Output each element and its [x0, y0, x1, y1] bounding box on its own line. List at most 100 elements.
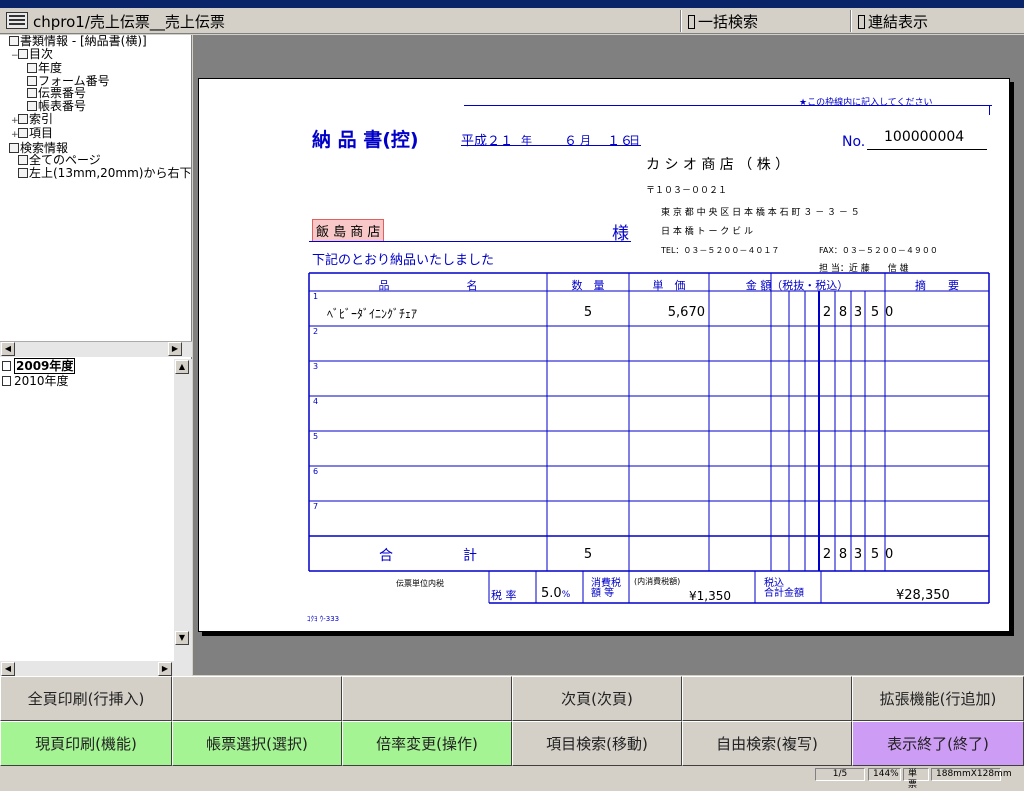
function-button[interactable]: 拡張機能(行追加) — [852, 676, 1024, 721]
row-item-name: ﾍﾞﾋﾞｰﾀﾞｲﾆﾝｸﾞﾁｪｱ — [327, 307, 418, 321]
year-list: 2009年度 2010年度 — [0, 358, 172, 653]
function-button[interactable]: 表示終了(終了) — [852, 721, 1024, 766]
paper-kind: 単票 — [903, 768, 929, 790]
total-amount-digit: 0 — [885, 547, 894, 562]
scroll-right-icon[interactable]: ▶ — [158, 662, 172, 676]
inner-tax-value: ¥1,350 — [689, 589, 731, 603]
total-amount-digit: 8 — [838, 547, 848, 562]
header-note: 摘 要 — [915, 279, 959, 292]
row-number: 5 — [313, 432, 319, 441]
document-tree: 書類情報 - [納品書(横)] − 目次 年度 フォーム番号 伝票番号 帳表番号 + 索引 + 項目… — [0, 35, 192, 345]
function-key-toolbar: 全頁印刷(行挿入) 次頁(次頁) 拡張機能(行追加) 現頁印刷(機能) 帳票選択(選択)… — [0, 676, 1024, 768]
node-icon — [27, 63, 37, 74]
app-icon — [6, 12, 28, 29]
tree-node[interactable]: フォーム番号 — [0, 74, 192, 88]
year-label: 2009年度 — [14, 358, 76, 374]
function-button[interactable]: 項目検索(移動) — [512, 721, 682, 766]
tax-unit-label: 伝票単位内税 — [396, 579, 444, 588]
node-icon — [9, 36, 19, 46]
row-number: 6 — [313, 467, 319, 476]
tax-rate-label: 税 率 — [491, 589, 517, 602]
scroll-left-icon[interactable]: ◀ — [1, 662, 15, 676]
empty-function-button[interactable] — [682, 676, 852, 721]
row-amount-digit: 0 — [885, 305, 894, 320]
header-item-name: 品 名 — [378, 279, 478, 292]
tree-node[interactable]: 伝票番号 — [0, 87, 192, 100]
node-icon — [18, 155, 28, 166]
tax-label-line2: 額 等 — [591, 588, 615, 599]
left-pane: 書類情報 - [納品書(横)] − 目次 年度 フォーム番号 伝票番号 帳表番号 + 索引 + 項目… — [0, 35, 192, 677]
expand-icon[interactable]: + — [11, 115, 19, 128]
window-caption-strip — [0, 0, 1024, 8]
node-icon — [18, 48, 28, 59]
header-unit-price: 単 価 — [652, 279, 686, 292]
tax-rate: 5.0% — [541, 586, 570, 601]
checkbox-icon — [688, 15, 695, 29]
linked-display-toggle[interactable]: 連結表示 — [858, 11, 928, 32]
scroll-right-icon[interactable]: ▶ — [168, 342, 182, 356]
row-number: 3 — [313, 362, 319, 371]
function-button[interactable]: 現頁印刷(機能) — [0, 721, 172, 766]
empty-function-button[interactable] — [342, 676, 512, 721]
inner-tax-label: (内消費税額) — [634, 577, 681, 586]
tree-node[interactable]: + 索引 — [0, 111, 192, 128]
node-icon — [9, 142, 19, 153]
node-icon — [27, 75, 37, 86]
total-label: 合 計 — [379, 548, 477, 564]
title-bar: chpro1/売上伝票__売上伝票 一括検索 連結表示 — [0, 8, 1024, 34]
node-icon — [27, 100, 37, 111]
tree-node[interactable]: 左上(13mm,20mm)から右下( — [0, 167, 192, 180]
year-list-horizontal-scrollbar[interactable]: ◀ ▶ — [0, 661, 192, 677]
total-amount-digit: 5 — [870, 547, 880, 562]
row-amount-digit: 2 — [822, 305, 832, 320]
tree-node[interactable]: + 項目 — [0, 127, 192, 142]
window-title: chpro1/売上伝票__売上伝票 — [33, 13, 225, 31]
form-code: ｺｸﾖ ｳ-333 — [307, 615, 340, 623]
year-icon — [2, 376, 11, 386]
tree-node[interactable]: − 目次 — [0, 46, 192, 63]
function-button[interactable]: 帳票選択(選択) — [172, 721, 342, 766]
year-item[interactable]: 2010年度 — [0, 374, 172, 389]
zoom-level: 144% — [868, 768, 901, 781]
node-icon — [18, 113, 28, 124]
page-indicator: 1/5 — [815, 768, 865, 781]
grand-total-label: 税込 合計金額 — [764, 579, 804, 599]
function-button[interactable]: 次頁(次頁) — [512, 676, 682, 721]
row-amount-digit: 8 — [838, 305, 848, 320]
row-number: 4 — [313, 397, 319, 406]
tax-rate-value: 5.0 — [541, 586, 562, 601]
row-quantity: 5 — [583, 305, 593, 320]
tax-label: 消費税額 等 — [591, 579, 621, 599]
status-bar: 1/5 144% 単票 188mmX128mm — [0, 767, 1024, 790]
tree-node-label: 索引 — [29, 111, 54, 126]
year-icon — [2, 361, 11, 371]
year-item[interactable]: 2009年度 — [0, 358, 172, 374]
total-amount-digit: 2 — [822, 547, 832, 562]
scroll-down-icon[interactable]: ▼ — [175, 631, 189, 645]
row-number: 7 — [313, 502, 319, 511]
function-button[interactable]: 倍率変更(操作) — [342, 721, 512, 766]
row-number: 1 — [313, 292, 319, 301]
checkbox-icon — [858, 15, 865, 29]
header-quantity: 数 量 — [571, 279, 605, 292]
total-quantity: 5 — [583, 547, 593, 562]
row-unit-price: 5,670 — [667, 305, 705, 320]
function-button[interactable]: 全頁印刷(行挿入) — [0, 676, 172, 721]
expand-icon[interactable]: − — [11, 50, 19, 63]
empty-function-button[interactable] — [172, 676, 342, 721]
function-button[interactable]: 自由検索(複写) — [682, 721, 852, 766]
row-number: 2 — [313, 327, 319, 336]
batch-search-toggle[interactable]: 一括検索 — [688, 11, 758, 32]
percent-sign: % — [561, 590, 571, 600]
scroll-left-icon[interactable]: ◀ — [1, 342, 15, 356]
node-icon — [18, 128, 28, 139]
tree-horizontal-scrollbar[interactable]: ◀ ▶ — [0, 341, 192, 357]
year-list-vertical-scrollbar[interactable]: ▲ ▼ — [174, 359, 192, 661]
expand-icon[interactable]: + — [11, 129, 19, 142]
separator — [850, 10, 852, 32]
delivery-slip-page: ★この枠線内に記入してください 納 品 書(控) 平成２１ 年 ６ 月 １６ 日… — [198, 78, 1010, 632]
paper-size: 188mmX128mm — [931, 768, 1012, 781]
scroll-up-icon[interactable]: ▲ — [175, 360, 189, 374]
tree-node-label: 項目 — [29, 126, 54, 141]
tree-node-label: 目次 — [29, 46, 54, 61]
